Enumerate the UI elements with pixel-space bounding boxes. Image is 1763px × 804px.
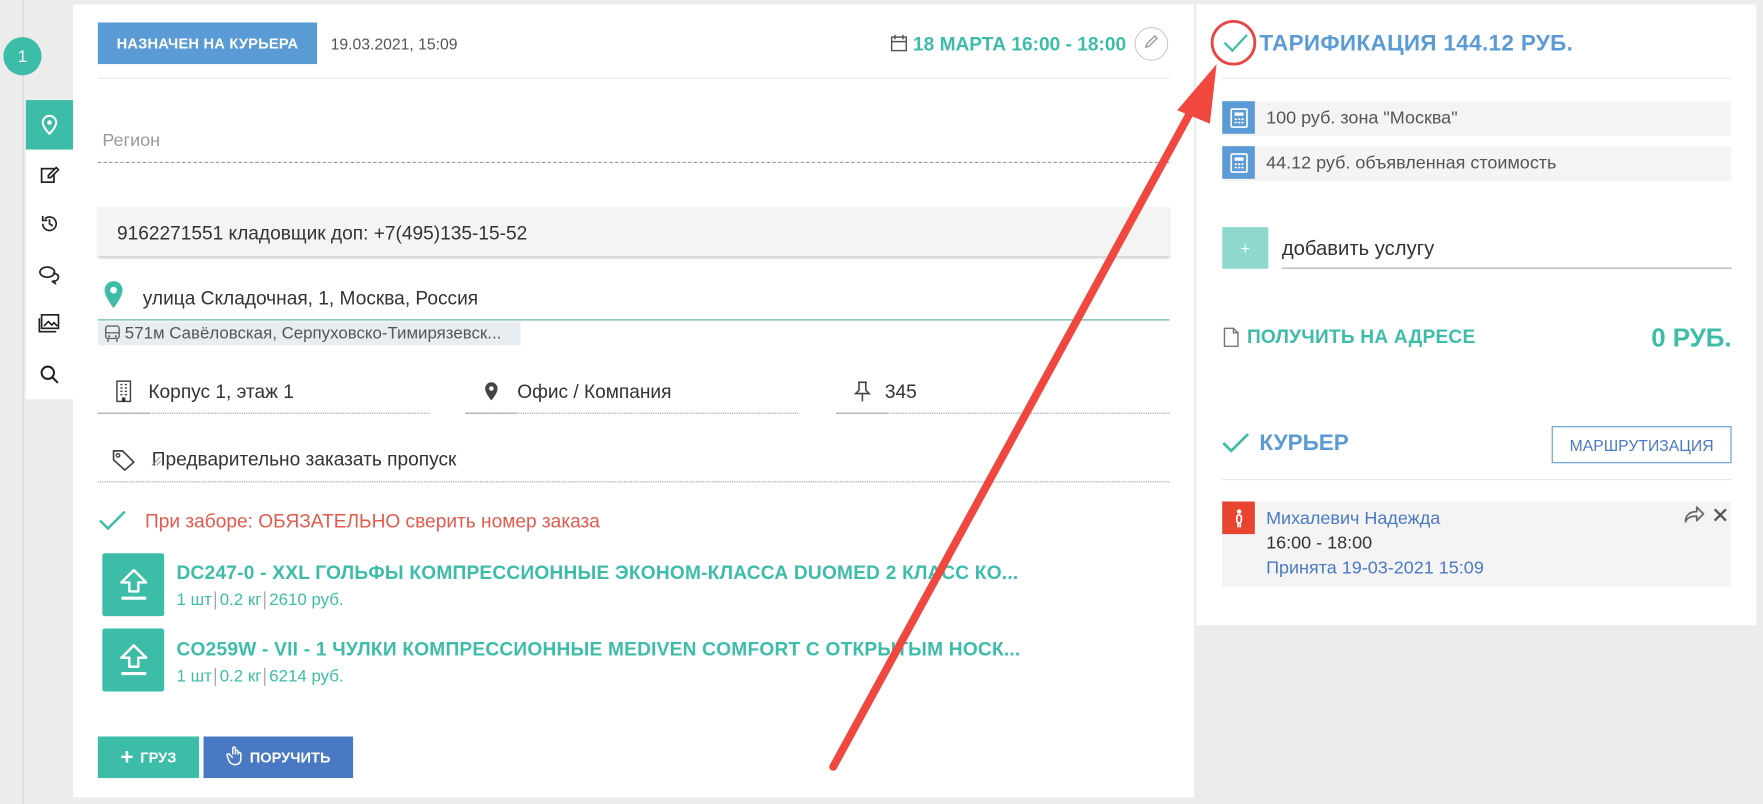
assign-button[interactable]: ПОРУЧИТЬ [203,736,354,779]
item-weight: 0.2 кг [219,590,262,610]
courier-time: 16:00 - 18:00 [1266,534,1373,554]
plus-icon: + [120,744,134,770]
tariff-title: ТАРИФИКАЦИЯ 144.12 РУБ. [1259,31,1574,57]
divider [1222,77,1732,79]
tariff-row-text: 100 руб. зона "Москва" [1266,109,1458,129]
add-service-button[interactable]: + [1222,227,1269,269]
pencil-icon [1144,33,1160,54]
building-icon [97,369,150,414]
close-icon[interactable] [1713,507,1727,527]
office-field[interactable]: Офис / Компания [465,369,799,414]
status-date: 19.03.2021, 15:09 [330,34,458,53]
calculator-icon [1222,146,1255,179]
item-price: 6214 руб. [269,666,344,686]
history-icon[interactable] [26,199,73,248]
assign-label: ПОРУЧИТЬ [249,748,331,766]
apartment-field[interactable]: 345 [836,369,1170,414]
edit-slot-button[interactable] [1134,26,1169,61]
check-icon [98,508,127,538]
add-service-text: добавить услугу [1281,237,1435,260]
office-value: Офис / Компания [517,381,672,403]
item-qty: 1 шт [176,666,212,686]
item-qty: 1 шт [176,590,212,610]
walker-icon [1222,501,1255,535]
address-field[interactable]: улица Складочная, 1, Москва, Россия [97,275,1170,321]
add-cargo-label: ГРУЗ [140,748,177,766]
courier-card: Михалевич Надежда 16:00 - 18:00 Принята … [1222,501,1732,587]
delivery-slot[interactable]: 18 МАРТА 16:00 - 18:00 [913,34,1126,56]
step-number[interactable]: 1 [3,37,42,76]
divider [1222,478,1732,481]
region-field[interactable]: Регион [97,118,1170,164]
cargo-item[interactable]: CO259W - VII - 1 ЧУЛКИ КОМПРЕССИОННЫЕ ME… [102,628,1020,692]
tariff-row: 100 руб. зона "Москва" [1222,101,1732,137]
note-field[interactable]: Предварительно заказать пропуск [97,437,1170,483]
map-pin-icon[interactable] [25,100,74,150]
tag-icon [111,449,136,477]
gallery-icon[interactable] [26,299,73,348]
courier-check-icon [1221,431,1250,461]
side-toolbar [25,100,74,400]
region-placeholder: Регион [102,131,161,151]
courier-title: КУРЬЕР [1259,430,1349,456]
add-service-field[interactable]: добавить услугу [1281,227,1732,269]
upload-icon [102,553,165,617]
routing-button[interactable]: МАРШРУТИЗАЦИЯ [1551,426,1732,464]
calculator-icon [1222,101,1255,134]
item-price: 2610 руб. [269,590,344,610]
document-icon [1223,327,1239,353]
hand-pointer-icon [226,745,244,769]
step-rail [22,0,24,804]
place-marker-icon [465,369,518,414]
item-meta: 1 шт 0.2 кг 2610 руб. [176,590,344,610]
bus-icon [103,325,121,347]
metro-text: 571м Савёловская, Серпуховско-Тимирязевс… [124,323,502,343]
receive-label: ПОЛУЧИТЬ НА АДРЕСЕ [1246,326,1476,348]
order-page: 1 НАЗНАЧЕН НА КУРЬЕРА 19.03.2021, 15:09 … [0,0,1763,804]
phone-value: 9162271551 кладовщик доп: +7(495)135-15-… [116,222,528,244]
upload-icon [102,628,165,692]
status-badge: НАЗНАЧЕН НА КУРЬЕРА [97,22,318,65]
courier-name[interactable]: Михалевич Надежда [1266,509,1440,529]
add-cargo-button[interactable]: + ГРУЗ [97,736,200,779]
phone-field[interactable]: 9162271551 кладовщик доп: +7(495)135-15-… [97,206,1170,258]
tariff-row: 44.12 руб. объявленная стоимость [1222,146,1732,182]
receive-amount: 0 РУБ. [1651,322,1732,352]
calendar-icon [890,34,908,58]
tariff-check-icon[interactable] [1222,31,1249,59]
building-value: Корпус 1, этаж 1 [148,381,294,403]
tariff-row-text: 44.12 руб. объявленная стоимость [1266,154,1557,174]
metro-hint[interactable]: 571м Савёловская, Серпуховско-Тимирязевс… [97,321,521,347]
resize-handle-icon[interactable] [151,449,1167,479]
building-field[interactable]: Корпус 1, этаж 1 [97,369,430,414]
item-weight: 0.2 кг [219,666,262,686]
comments-icon[interactable] [26,250,73,299]
item-meta: 1 шт 0.2 кг 6214 руб. [177,667,344,686]
edit-icon[interactable] [26,150,73,199]
warning-text: При заборе: ОБЯЗАТЕЛЬНО сверить номер за… [145,510,600,532]
divider [97,77,1170,79]
item-title[interactable]: DC247-0 - XXL ГОЛЬФЫ КОМПРЕССИОННЫЕ ЭКОН… [177,562,1019,584]
search-icon[interactable] [26,350,73,399]
location-pin-icon [102,280,124,315]
apartment-value: 345 [884,381,917,403]
share-icon[interactable] [1683,506,1705,530]
address-value: улица Складочная, 1, Москва, Россия [142,287,479,310]
cargo-item[interactable]: DC247-0 - XXL ГОЛЬФЫ КОМПРЕССИОННЫЕ ЭКОН… [102,553,1018,617]
item-title[interactable]: CO259W - VII - 1 ЧУЛКИ КОМПРЕССИОННЫЕ ME… [177,639,1021,661]
pushpin-icon [836,369,889,414]
courier-accepted: Принята 19-03-2021 15:09 [1266,558,1484,578]
